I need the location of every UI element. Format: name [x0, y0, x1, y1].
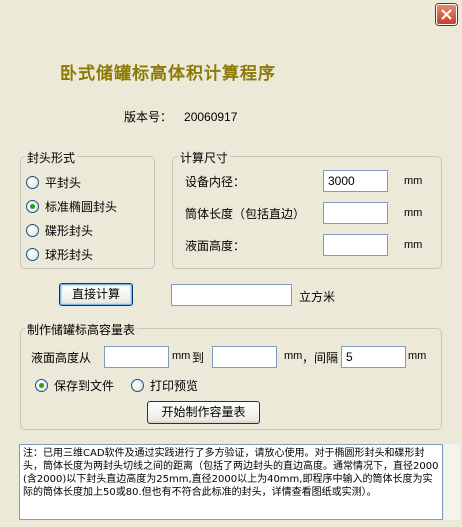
radio-spherical-head[interactable]: 球形封头: [26, 246, 93, 263]
shell-length-label: 筒体长度（包括直边）: [185, 207, 306, 221]
volume-result-field[interactable]: [171, 284, 292, 306]
liquid-height-input[interactable]: [323, 234, 388, 256]
from-label: 液面高度从: [31, 351, 92, 365]
radio-spherical-head-label: 球形封头: [45, 248, 94, 262]
inner-diameter-label: 设备内径：: [185, 175, 246, 189]
interval-unit: mm: [408, 350, 427, 362]
close-button[interactable]: [436, 4, 457, 25]
inner-diameter-unit: mm: [404, 175, 423, 187]
radio-button[interactable]: [26, 224, 39, 237]
radio-print-preview-label: 打印预览: [150, 379, 199, 393]
to-height-input[interactable]: [212, 346, 277, 368]
radio-print-preview[interactable]: 打印预览: [131, 377, 198, 394]
capacity-table-group-label: 制作储罐标高容量表: [25, 321, 138, 338]
radio-dished-head[interactable]: 碟形封头: [26, 222, 93, 239]
radio-button[interactable]: [26, 176, 39, 189]
radio-save-to-file-label: 保存到文件: [54, 379, 115, 393]
dimensions-group-label: 计算尺寸: [178, 149, 231, 166]
radio-elliptical-head-label: 标准椭圆封头: [45, 200, 118, 214]
radio-flat-head[interactable]: 平封头: [26, 174, 81, 191]
note-scrollbar[interactable]: [444, 444, 460, 520]
radio-button[interactable]: [131, 379, 144, 392]
radio-flat-head-label: 平封头: [45, 176, 82, 190]
version-value: 20060917: [184, 110, 238, 124]
from-height-input[interactable]: [104, 346, 169, 368]
interval-input[interactable]: 5: [341, 346, 406, 368]
inner-diameter-input[interactable]: 3000: [323, 170, 388, 192]
liquid-height-label: 液面高度：: [185, 239, 246, 253]
liquid-height-unit: mm: [404, 239, 423, 251]
to-unit: mm: [284, 350, 303, 362]
calculate-button[interactable]: 直接计算: [59, 283, 133, 306]
note-textarea[interactable]: 注：已用三维CAD软件及通过实践进行了多方验证，请放心使用。对于椭圆形封头和碟形…: [19, 444, 443, 520]
radio-button-selected[interactable]: [35, 379, 48, 392]
radio-elliptical-head[interactable]: 标准椭圆封头: [26, 198, 117, 215]
radio-save-to-file[interactable]: 保存到文件: [35, 377, 114, 394]
volume-unit: 立方米: [299, 290, 336, 304]
to-label: 到: [192, 351, 205, 365]
version-label: 版本号：: [124, 110, 173, 124]
shell-length-input[interactable]: [323, 202, 388, 224]
from-unit: mm: [172, 350, 191, 362]
radio-dished-head-label: 碟形封头: [45, 224, 94, 238]
shell-length-unit: mm: [404, 207, 423, 219]
version-info: 版本号： 20060917: [124, 108, 237, 125]
interval-label: ，间隔: [302, 351, 339, 365]
radio-button[interactable]: [26, 248, 39, 261]
start-table-button[interactable]: 开始制作容量表: [147, 401, 260, 424]
app-title: 卧式储罐标高体积计算程序: [60, 64, 276, 84]
close-icon: [441, 9, 452, 20]
head-type-group-label: 封头形式: [25, 149, 78, 166]
radio-button-selected[interactable]: [26, 200, 39, 213]
